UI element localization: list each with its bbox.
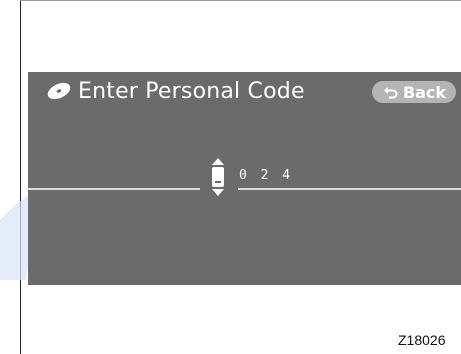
- disc-icon: [47, 82, 71, 100]
- title-bar: Enter Personal Code: [46, 74, 305, 108]
- page-title: Enter Personal Code: [78, 78, 305, 104]
- return-arrow-icon: [383, 87, 398, 99]
- figure-border-top: [20, 0, 461, 1]
- figure-border-left: [20, 0, 21, 354]
- figure-reference-code: Z18026: [398, 332, 446, 348]
- personal-code-screen: Enter Personal Code Back 0 2 4: [28, 72, 461, 285]
- input-line-left: [28, 188, 200, 190]
- back-button[interactable]: Back: [372, 81, 456, 103]
- up-down-stepper-icon[interactable]: [210, 158, 226, 196]
- back-button-label: Back: [402, 82, 447, 102]
- code-input-field[interactable]: [238, 188, 461, 190]
- code-value: 0 2 4: [239, 168, 294, 183]
